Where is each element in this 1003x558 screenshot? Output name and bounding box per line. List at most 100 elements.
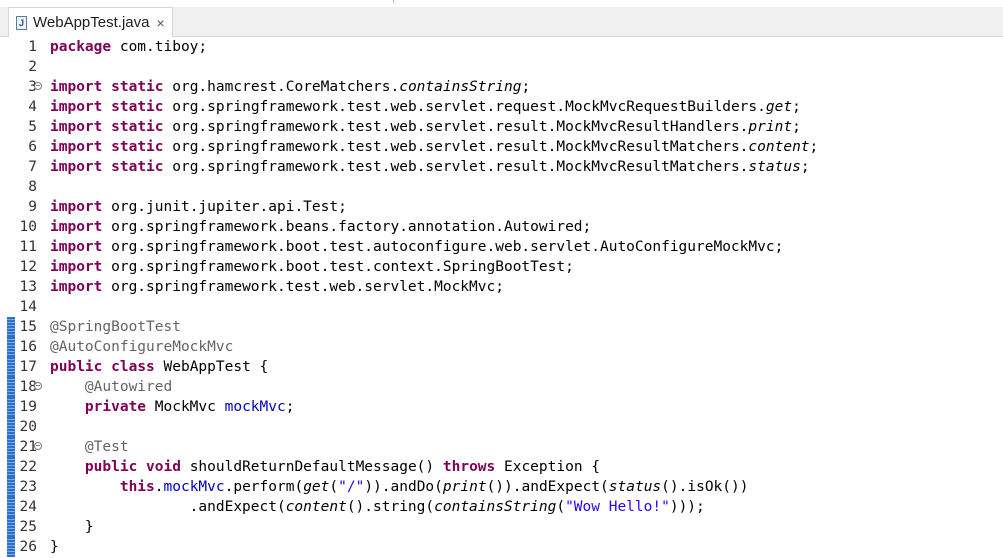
code-text: @SpringBootTest bbox=[50, 317, 181, 337]
line-number: 21 bbox=[19, 439, 37, 455]
code-line[interactable]: 23 this.mockMvc.perform(get("/")).andDo(… bbox=[0, 477, 1003, 497]
code-token: org.springframework.test.web.servlet.res… bbox=[163, 119, 749, 135]
code-line[interactable]: 6 import static org.springframework.test.… bbox=[0, 137, 1003, 157]
code-text: @AutoConfigureMockMvc bbox=[50, 337, 233, 357]
code-token: ; bbox=[800, 159, 810, 175]
code-token: status bbox=[748, 159, 801, 175]
code-line[interactable]: 16 @AutoConfigureMockMvc bbox=[0, 337, 1003, 357]
line-number: 9 bbox=[28, 199, 37, 215]
code-line[interactable]: 13 import org.springframework.test.web.se… bbox=[0, 277, 1003, 297]
tab-webapptest-java[interactable]: J WebAppTest.java × bbox=[8, 7, 173, 37]
code-line[interactable]: 21− @Test bbox=[0, 437, 1003, 457]
code-token: public bbox=[84, 459, 138, 475]
code-line[interactable]: 18− @Autowired bbox=[0, 377, 1003, 397]
code-token: )).andDo( bbox=[364, 479, 443, 495]
code-token: org.junit.jupiter.api.Test; bbox=[102, 199, 347, 215]
line-number: 3 bbox=[28, 79, 37, 95]
code-line[interactable]: 17 public class WebAppTest { bbox=[0, 357, 1003, 377]
code-text: import org.springframework.boot.test.con… bbox=[50, 257, 574, 277]
code-text: import static org.springframework.test.w… bbox=[50, 97, 801, 117]
code-line[interactable]: 19 private MockMvc mockMvc; bbox=[0, 397, 1003, 417]
code-line[interactable]: 7 import static org.springframework.test.… bbox=[0, 157, 1003, 177]
code-token: throws bbox=[442, 459, 496, 475]
code-token: get bbox=[765, 99, 793, 115]
code-line[interactable]: 5 import static org.springframework.test.… bbox=[0, 117, 1003, 137]
code-line[interactable]: 12 import org.springframework.boot.test.c… bbox=[0, 257, 1003, 277]
code-token: com.tiboy; bbox=[111, 39, 208, 55]
code-line[interactable]: 4 import static org.springframework.test.… bbox=[0, 97, 1003, 117]
code-token: Exception { bbox=[495, 459, 601, 475]
code-token: import bbox=[50, 239, 103, 255]
code-token: print bbox=[748, 119, 793, 135]
code-token: content bbox=[748, 139, 810, 155]
code-line[interactable]: 8 bbox=[0, 177, 1003, 197]
code-token: WebAppTest { bbox=[154, 359, 269, 375]
line-number: 14 bbox=[19, 299, 37, 315]
code-token: containsString bbox=[434, 499, 557, 515]
code-token: . bbox=[154, 479, 164, 495]
code-line[interactable]: 10 import org.springframework.beans.facto… bbox=[0, 217, 1003, 237]
code-token: import bbox=[50, 99, 103, 115]
code-text: @Test bbox=[50, 437, 129, 457]
line-number: 25 bbox=[19, 519, 37, 535]
code-token: import bbox=[50, 139, 103, 155]
code-token: package bbox=[50, 39, 112, 55]
code-token: org.springframework.test.web.servlet.res… bbox=[163, 159, 749, 175]
code-token: static bbox=[111, 119, 164, 135]
line-number: 19 bbox=[19, 399, 37, 415]
code-token: status bbox=[608, 479, 662, 495]
line-number: 17 bbox=[19, 359, 37, 375]
code-line[interactable]: 24 .andExpect(content().string(containsS… bbox=[0, 497, 1003, 517]
code-text: } bbox=[50, 537, 59, 557]
line-number: 16 bbox=[19, 339, 37, 355]
code-text: import static org.springframework.test.w… bbox=[50, 137, 818, 157]
code-line[interactable]: 15 @SpringBootTest bbox=[0, 317, 1003, 337]
code-line[interactable]: 26} bbox=[0, 537, 1003, 557]
code-token: ; bbox=[792, 99, 801, 115]
code-token: @Test bbox=[84, 439, 129, 455]
code-token: static bbox=[111, 139, 164, 155]
code-line[interactable]: 22 public void shouldReturnDefaultMessag… bbox=[0, 457, 1003, 477]
code-token: shouldReturnDefaultMessage() bbox=[180, 459, 443, 475]
code-token: } bbox=[50, 519, 94, 535]
fold-toggle-icon[interactable]: − bbox=[34, 82, 42, 90]
fold-toggle-icon[interactable]: − bbox=[34, 442, 42, 450]
code-token: ()).andExpect( bbox=[486, 479, 609, 495]
code-token: org.springframework.boot.test.context.Sp… bbox=[102, 259, 574, 275]
code-line[interactable]: 1 package com.tiboy; bbox=[0, 37, 1003, 57]
line-number: 6 bbox=[28, 139, 37, 155]
code-line[interactable]: 25 } bbox=[0, 517, 1003, 537]
fold-toggle-icon[interactable]: − bbox=[34, 382, 42, 390]
code-token: org.springframework.boot.test.autoconfig… bbox=[102, 239, 784, 255]
code-line[interactable]: 3− import static org.hamcrest.CoreMatcher… bbox=[0, 77, 1003, 97]
code-token: ().isOk()) bbox=[661, 479, 749, 495]
code-line[interactable]: 20 bbox=[0, 417, 1003, 437]
line-number: 10 bbox=[19, 219, 37, 235]
code-text: private MockMvc mockMvc; bbox=[50, 397, 295, 417]
code-token: ; bbox=[792, 119, 801, 135]
code-line[interactable]: 14 bbox=[0, 297, 1003, 317]
line-number: 22 bbox=[19, 459, 37, 475]
line-number: 13 bbox=[19, 279, 37, 295]
code-editor[interactable]: 1 package com.tiboy; 2 3− import static org.… bbox=[0, 37, 1003, 558]
code-token: ().string( bbox=[346, 499, 435, 515]
code-token: ; bbox=[809, 139, 819, 155]
code-token: private bbox=[84, 399, 147, 415]
line-number: 18 bbox=[19, 379, 37, 395]
code-line[interactable]: 11 import org.springframework.boot.test.a… bbox=[0, 237, 1003, 257]
code-token: import bbox=[50, 159, 103, 175]
code-token: "/" bbox=[338, 479, 365, 495]
code-line[interactable]: 9 import org.junit.jupiter.api.Test; bbox=[0, 197, 1003, 217]
code-token: import bbox=[50, 79, 103, 95]
code-line[interactable]: 2 bbox=[0, 57, 1003, 77]
close-icon[interactable]: × bbox=[156, 15, 164, 31]
code-token: containsString bbox=[399, 79, 522, 95]
